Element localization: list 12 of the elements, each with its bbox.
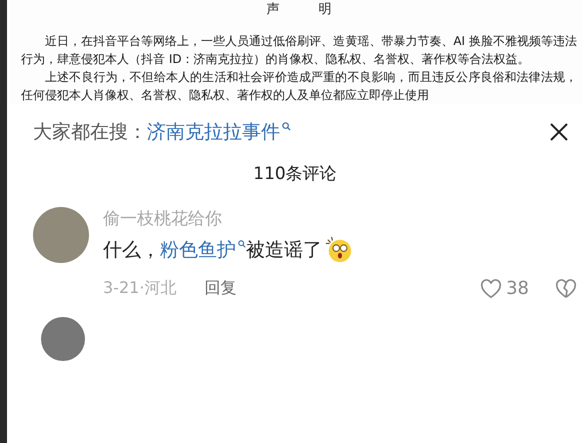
comment-text: 什么，	[103, 238, 160, 263]
document-title: 声 明	[266, 1, 332, 18]
like-count: 38	[506, 278, 529, 299]
comment-text: 被造谣了	[246, 238, 322, 263]
reply-link[interactable]: 回复	[204, 278, 236, 299]
search-link[interactable]: 粉色鱼护	[160, 237, 236, 263]
document-paragraph: 近日，在抖音平台等网络上，一些人员通过低俗刷评、造黄瑶、带暴力节奏、AI 换脸不雅视频等违法行为，肆意侵犯本人（抖音 ID：济南克拉拉）的肖像权、隐私权、名誉权、著作权等合法权益。	[21, 33, 577, 68]
comment-date-location: 3-21·河北	[103, 278, 176, 299]
search-suggestion-label: 大家都在搜：	[33, 120, 147, 145]
comment-count: 110条评论	[252, 163, 338, 185]
document-paragraph: 上述不良行为，不但给本人的生活和社会评价造成严重的不良影响，而且违反公序良俗和法律法规，任何侵犯本人肖像权、名誉权、隐私权、著作权的人及单位都应立即停止使用	[21, 69, 577, 104]
search-suggestion-link[interactable]: 济南克拉拉事件	[147, 119, 280, 145]
